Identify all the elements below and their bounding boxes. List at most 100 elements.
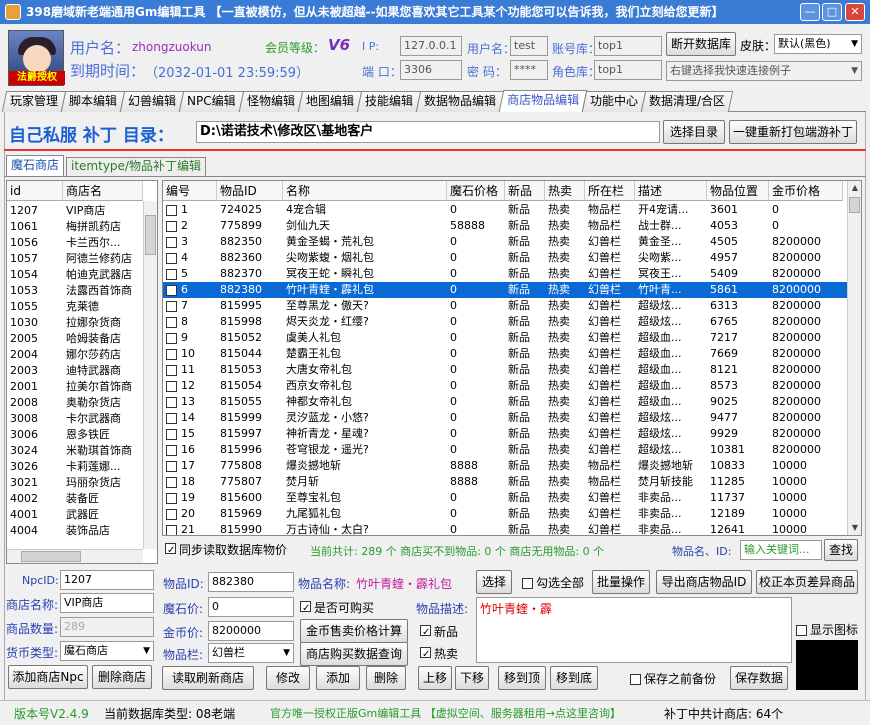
stone-price-input[interactable]: 0	[208, 597, 294, 617]
shop-list-hscroll[interactable]	[7, 549, 143, 563]
row-checkbox[interactable]	[166, 204, 177, 216]
dbuser-field[interactable]: test	[510, 36, 548, 56]
official-link[interactable]: 官方唯一授权正版Gm编辑工具 【虚拟空间、服务器租用→点这里咨询】	[270, 705, 621, 721]
shop-row[interactable]: 1056 卡兰西尔...	[7, 235, 143, 251]
shop-list-vscroll[interactable]	[143, 201, 157, 549]
item-col-header[interactable]: 名称	[283, 181, 447, 201]
row-checkbox[interactable]	[166, 268, 177, 280]
row-checkbox[interactable]	[166, 364, 177, 376]
edit-button[interactable]: 修改	[266, 666, 310, 690]
tab-8[interactable]: 商店物品编辑	[498, 90, 588, 112]
scroll-thumb[interactable]	[849, 197, 860, 213]
hot-checkbox[interactable]: 热卖	[420, 646, 458, 662]
sync-checkbox[interactable]: 同步读取数据库物价	[165, 542, 287, 558]
shop-row[interactable]: 2003 迪特武器商	[7, 363, 143, 379]
save-button[interactable]: 保存数据	[730, 666, 788, 690]
query-button[interactable]: 商店购买数据查询	[300, 642, 408, 666]
shop-row[interactable]: 4001 武器匠	[7, 507, 143, 523]
gold-calc-button[interactable]: 金币售卖价格计算	[300, 619, 408, 643]
shop-row[interactable]: 3021 玛丽杂货店	[7, 475, 143, 491]
row-checkbox[interactable]	[166, 492, 177, 504]
export-button[interactable]: 导出商店物品ID	[656, 570, 752, 594]
item-col-header[interactable]: 物品ID	[217, 181, 283, 201]
select-all-checkbox[interactable]: 勾选全部	[522, 575, 584, 591]
shop-row[interactable]: 1207 VIP商店	[7, 203, 143, 219]
add-item-button[interactable]: 添加	[316, 666, 360, 690]
item-col-header[interactable]: 描述	[635, 181, 707, 201]
row-checkbox[interactable]	[166, 524, 177, 535]
item-row[interactable]: 16 815996 苍穹银龙・遥光? 0 新品 热卖 幻兽栏 超级炫... 10381 82000…	[163, 442, 847, 458]
row-checkbox[interactable]	[166, 316, 177, 328]
row-checkbox[interactable]	[166, 460, 177, 472]
item-table-vscroll[interactable]: ▲ ▼	[847, 181, 861, 535]
acctdb-field[interactable]: top1	[594, 36, 662, 56]
move-down-button[interactable]: 下移	[455, 666, 489, 690]
item-row[interactable]: 9 815052 虞美人礼包 0 新品 热卖 幻兽栏 超级血... 7217 8200000	[163, 330, 847, 346]
item-row[interactable]: 6 882380 竹叶青蝰・霹礼包 0 新品 热卖 幻兽栏 竹叶青... 5861 8200000	[163, 282, 847, 298]
new-checkbox[interactable]: 新品	[420, 624, 458, 640]
item-row[interactable]: 20 815969 九尾狐礼包 0 新品 热卖 幻兽栏 非卖品... 12189 10000	[163, 506, 847, 522]
gold-price-input[interactable]: 8200000	[208, 621, 294, 641]
row-checkbox[interactable]	[166, 284, 177, 296]
tab-5[interactable]: 地图编辑	[297, 91, 362, 112]
row-checkbox[interactable]	[166, 396, 177, 408]
row-checkbox[interactable]	[166, 236, 177, 248]
tab-4[interactable]: 怪物编辑	[238, 91, 303, 112]
item-row[interactable]: 7 815995 至尊黑龙・傲天? 0 新品 热卖 幻兽栏 超级炫... 6313 8200000	[163, 298, 847, 314]
item-row[interactable]: 13 815055 神都女帝礼包 0 新品 热卖 幻兽栏 超级血... 9025 8200000	[163, 394, 847, 410]
buyable-checkbox[interactable]: 是否可购买	[300, 600, 374, 616]
search-input[interactable]: 输入关键词...	[740, 540, 822, 560]
ip-field[interactable]: 127.0.0.1	[400, 36, 462, 56]
shop-col-header[interactable]: id	[7, 181, 63, 201]
shop-row[interactable]: 1030 拉娜杂货商	[7, 315, 143, 331]
maximize-button[interactable]: □	[822, 3, 842, 21]
row-checkbox[interactable]	[166, 444, 177, 456]
refresh-shop-button[interactable]: 读取刷新商店	[162, 666, 254, 690]
shop-row[interactable]: 3008 卡尔武器商	[7, 411, 143, 427]
shop-row[interactable]: 1055 克莱德	[7, 299, 143, 315]
disconnect-button[interactable]: 断开数据库	[666, 32, 736, 56]
select-dir-button[interactable]: 选择目录	[663, 120, 725, 144]
item-row[interactable]: 4 882360 尖吻紫蝮・烟礼包 0 新品 热卖 幻兽栏 尖吻紫... 4957 8200000	[163, 250, 847, 266]
shop-row[interactable]: 2005 哈姆装备店	[7, 331, 143, 347]
item-col-header[interactable]: 热卖	[545, 181, 585, 201]
shop-row[interactable]: 2004 娜尔莎药店	[7, 347, 143, 363]
item-col-header[interactable]: 物品位置	[707, 181, 769, 201]
scroll-thumb[interactable]	[145, 215, 156, 255]
item-col-header[interactable]: 金币价格	[769, 181, 843, 201]
repack-button[interactable]: 一键重新打包端游补丁	[729, 120, 857, 144]
shop-row[interactable]: 3024 米勒琪首饰商	[7, 443, 143, 459]
shopname-input[interactable]: VIP商店	[60, 593, 154, 613]
tab-10[interactable]: 数据清理/合区	[640, 91, 734, 112]
show-icon-checkbox[interactable]: 显示图标	[796, 622, 858, 638]
item-row[interactable]: 8 815998 烬天炎龙・红缨? 0 新品 热卖 幻兽栏 超级炫... 6765 8200000	[163, 314, 847, 330]
shop-col-header[interactable]: 商店名	[63, 181, 143, 201]
shop-row[interactable]: 3006 恩多铁匠	[7, 427, 143, 443]
item-col-header[interactable]: 新品	[505, 181, 545, 201]
itemid-input[interactable]: 882380	[208, 572, 294, 592]
add-shop-button[interactable]: 添加商店Npc	[8, 665, 88, 689]
row-checkbox[interactable]	[166, 380, 177, 392]
item-row[interactable]: 15 815997 神祈青龙・星魂? 0 新品 热卖 幻兽栏 超级炫... 9929 820000…	[163, 426, 847, 442]
search-button[interactable]: 查找	[824, 539, 858, 561]
move-bottom-button[interactable]: 移到底	[550, 666, 598, 690]
row-checkbox[interactable]	[166, 332, 177, 344]
bar-select[interactable]: 幻兽栏 ▼	[208, 643, 294, 663]
item-row[interactable]: 21 815990 万古诗仙・太白? 0 新品 热卖 幻兽栏 非卖品... 12641 10000	[163, 522, 847, 535]
item-row[interactable]: 14 815999 灵汐蓝龙・小悠? 0 新品 热卖 幻兽栏 超级炫... 9477 820000…	[163, 410, 847, 426]
item-col-header[interactable]: 魔石价格	[447, 181, 505, 201]
tab-6[interactable]: 技能编辑	[356, 91, 421, 112]
shop-row[interactable]: 4002 装备匠	[7, 491, 143, 507]
shop-row[interactable]: 1053 法露西首饰商	[7, 283, 143, 299]
row-checkbox[interactable]	[166, 428, 177, 440]
shop-row[interactable]: 2008 奥勒杂货店	[7, 395, 143, 411]
scroll-up-icon[interactable]: ▲	[848, 181, 861, 195]
dbpwd-field[interactable]: ****	[510, 60, 548, 80]
scroll-down-icon[interactable]: ▼	[848, 521, 861, 535]
row-checkbox[interactable]	[166, 348, 177, 360]
item-row[interactable]: 3 882350 黄金圣蝎・荒礼包 0 新品 热卖 幻兽栏 黄金圣... 4505 8200000	[163, 234, 847, 250]
item-row[interactable]: 1 724025 4宠合辑 0 新品 热卖 物品栏 开4宠请... 3601 0	[163, 202, 847, 218]
shop-list[interactable]: id 商店名 1207 VIP商店 1061 梅拼凯药店 1056 卡兰西尔... 1057 阿德…	[6, 180, 158, 564]
currency-select[interactable]: 魔石商店 ▼	[60, 641, 154, 661]
move-up-button[interactable]: 上移	[418, 666, 452, 690]
